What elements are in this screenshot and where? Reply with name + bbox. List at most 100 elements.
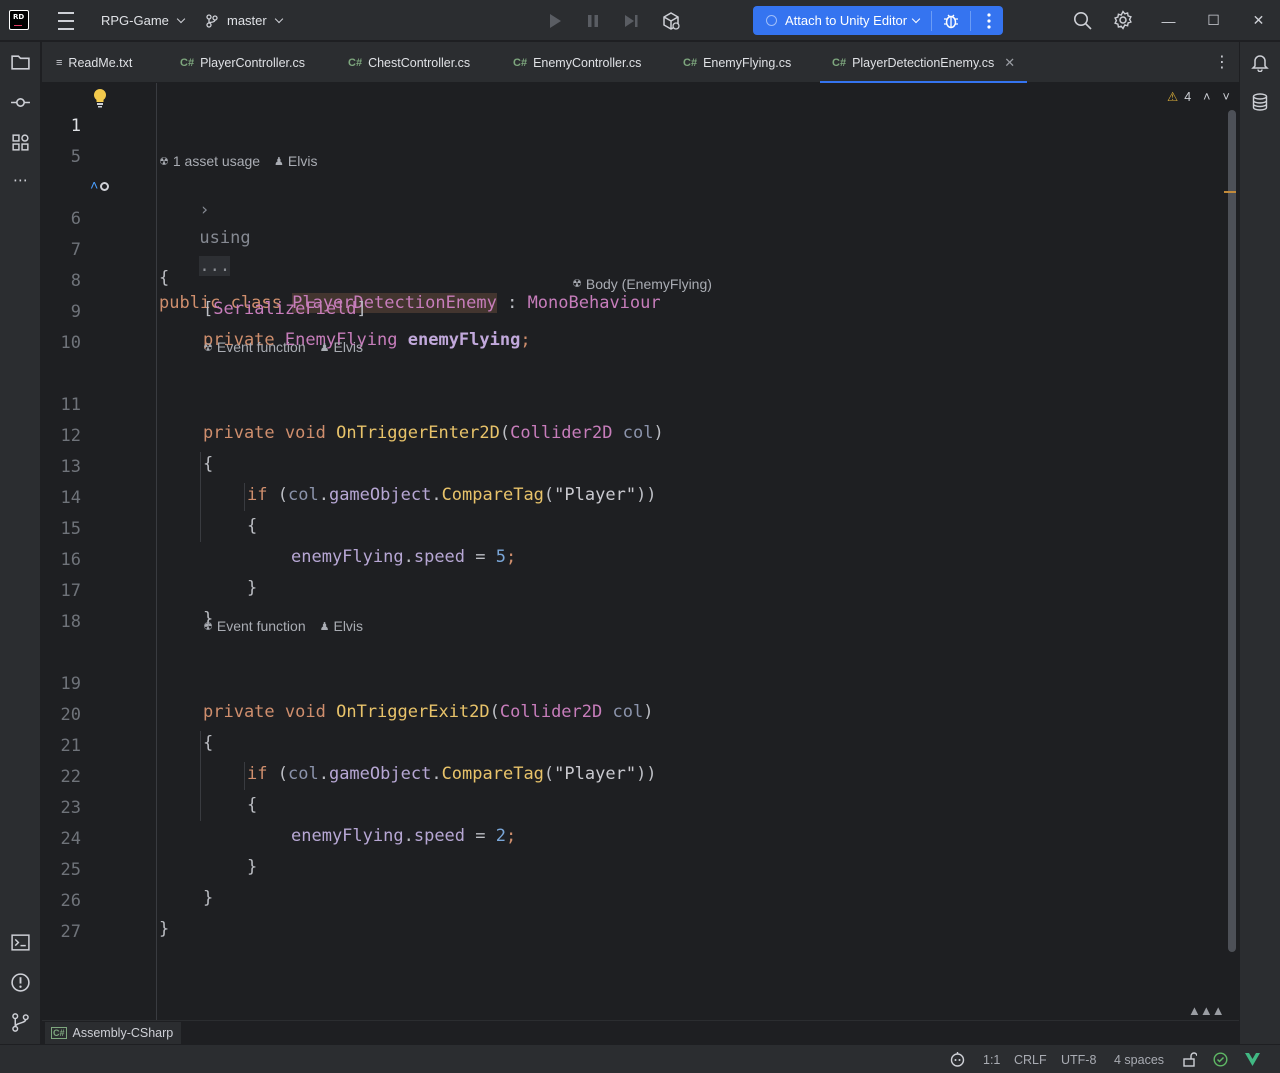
problems-icon[interactable] bbox=[10, 972, 31, 993]
tabs-more-icon[interactable]: ⋮ bbox=[1214, 52, 1230, 72]
code-line: 18 bbox=[42, 580, 1222, 632]
csharp-file-icon: C# bbox=[683, 56, 698, 69]
more-tools-icon[interactable]: ⋯ bbox=[10, 170, 31, 191]
git-icon[interactable] bbox=[10, 1012, 31, 1033]
unity-asset-icon: ☢ bbox=[159, 155, 169, 168]
tab-chest-controller[interactable]: C# ChestController.cs bbox=[348, 42, 470, 83]
chevron-down-icon[interactable]: ˅ bbox=[1222, 90, 1229, 104]
unity-icon[interactable] bbox=[661, 11, 681, 31]
database-icon[interactable] bbox=[1250, 92, 1270, 112]
project-name: RPG-Game bbox=[101, 13, 169, 28]
code-editor[interactable]: ⚠ 4 ˄ ˅ 1 › using ... 5 ☢ 1 asset usage … bbox=[42, 83, 1239, 1020]
author-icon: ♟ bbox=[319, 341, 330, 354]
file-encoding[interactable]: UTF-8 bbox=[1061, 1045, 1096, 1073]
reader-mode-icon[interactable]: ▲▲▲ bbox=[1188, 1003, 1225, 1018]
search-icon[interactable] bbox=[1073, 11, 1092, 30]
title-bar: RD RPG-Game master Attach to Unity Edito… bbox=[0, 0, 1280, 41]
right-tool-strip bbox=[1239, 42, 1280, 1044]
tab-player-controller[interactable]: C# PlayerController.cs bbox=[180, 42, 305, 83]
ai-assistant-icon[interactable] bbox=[949, 1051, 966, 1068]
code-line: 22 { bbox=[42, 735, 1222, 815]
breadcrumb-bar: C# Assembly-CSharp bbox=[42, 1020, 1239, 1044]
notifications-bell-icon[interactable] bbox=[1250, 52, 1270, 72]
code-line: 25 } bbox=[42, 828, 1222, 908]
csharp-file-icon: C# bbox=[348, 56, 363, 69]
close-tab-icon[interactable]: ✕ bbox=[1004, 55, 1015, 71]
tab-label: EnemyFlying.cs bbox=[703, 55, 792, 70]
unity-asset-icon: ☢ bbox=[572, 278, 582, 290]
line-number: 27 bbox=[60, 922, 81, 942]
vue-indicator-icon[interactable] bbox=[1245, 1053, 1260, 1066]
chevron-down-icon bbox=[176, 14, 186, 23]
git-branch-icon bbox=[206, 13, 218, 28]
class-usage-hint[interactable]: ☢ 1 asset usage ♟ Elvis bbox=[159, 151, 317, 171]
code-line: 17 } bbox=[42, 549, 1222, 629]
tab-enemy-controller[interactable]: C# EnemyController.cs bbox=[513, 42, 641, 83]
window-controls: — ☐ ✕ bbox=[1146, 0, 1280, 41]
line-ending[interactable]: CRLF bbox=[1014, 1045, 1047, 1073]
tab-player-detection-enemy[interactable]: C# PlayerDetectionEnemy.cs ✕ bbox=[820, 42, 1028, 83]
unity-debug-icon bbox=[766, 15, 777, 26]
maximize-icon[interactable]: ☐ bbox=[1191, 12, 1236, 29]
unity-event-icon: ☢ bbox=[203, 620, 213, 633]
code-line: 23 enemyFlying.speed = 2; bbox=[42, 766, 1222, 846]
breadcrumb[interactable]: C# Assembly-CSharp bbox=[45, 1022, 182, 1044]
close-window-icon[interactable]: ✕ bbox=[1236, 12, 1280, 29]
event-function-hint[interactable]: ☢ Event function ♟ Elvis bbox=[203, 337, 363, 357]
minimize-icon[interactable]: — bbox=[1146, 13, 1191, 29]
indent-setting[interactable]: 4 spaces bbox=[1114, 1045, 1164, 1073]
warning-marker[interactable] bbox=[1224, 191, 1236, 193]
implements-up-icon[interactable]: ˄ bbox=[90, 172, 98, 200]
terminal-icon[interactable] bbox=[10, 932, 31, 953]
csharp-file-icon: C# bbox=[180, 56, 195, 69]
tab-label: PlayerController.cs bbox=[200, 55, 305, 70]
code-line: 13 if (col.gameObject.CompareTag("Player… bbox=[42, 425, 1222, 505]
code-line: 27 bbox=[42, 890, 1222, 942]
code-line: 20 { bbox=[42, 673, 1222, 753]
csharp-file-icon: C# bbox=[832, 56, 847, 69]
code-line: 16 } bbox=[42, 518, 1222, 598]
tab-label: EnemyController.cs bbox=[533, 55, 642, 70]
attach-unity-button[interactable]: Attach to Unity Editor bbox=[753, 6, 1003, 35]
commit-icon[interactable] bbox=[10, 92, 31, 113]
line-number: 5 bbox=[70, 147, 81, 167]
rider-logo-icon[interactable]: RD bbox=[9, 10, 29, 30]
code-line: 12 { bbox=[42, 394, 1222, 474]
code-line: 1 › using ... bbox=[42, 84, 1222, 276]
project-folder-icon[interactable] bbox=[10, 52, 31, 73]
project-selector[interactable]: RPG-Game bbox=[101, 0, 186, 41]
tab-enemy-flying[interactable]: C# EnemyFlying.cs bbox=[683, 42, 791, 83]
breadcrumb-label: Assembly-CSharp bbox=[72, 1026, 174, 1040]
code-line: 5 bbox=[42, 115, 1222, 167]
main-menu-icon[interactable] bbox=[56, 0, 76, 41]
step-icon[interactable] bbox=[623, 13, 639, 29]
editor-scrollbar[interactable] bbox=[1228, 110, 1236, 952]
code-line: 21 if (col.gameObject.CompareTag("Player… bbox=[42, 704, 1222, 784]
serialized-value-hint[interactable]: ☢ Body (EnemyFlying) bbox=[572, 274, 712, 294]
settings-gear-icon[interactable] bbox=[1113, 10, 1133, 30]
code-line: 26 } bbox=[42, 859, 1222, 939]
unity-event-icon: ☢ bbox=[203, 341, 213, 354]
code-line: 9 private EnemyFlying enemyFlying; ☢ Bod… bbox=[42, 270, 1222, 350]
event-function-hint[interactable]: ☢ Event function ♟ Elvis bbox=[203, 616, 363, 636]
tab-label: PlayerDetectionEnemy.cs bbox=[852, 55, 995, 70]
more-vertical-icon[interactable] bbox=[981, 12, 997, 30]
unity-script-gutter-icon[interactable] bbox=[100, 182, 109, 191]
caret-position[interactable]: 1:1 bbox=[983, 1045, 1000, 1073]
usage-count-label: 1 asset usage bbox=[172, 153, 261, 169]
tab-readme[interactable]: ≡ ReadMe.txt bbox=[56, 42, 132, 83]
line-number: 18 bbox=[60, 612, 81, 632]
pause-icon[interactable] bbox=[585, 13, 601, 29]
lightbulb-icon[interactable] bbox=[91, 88, 109, 108]
code-line: 11 private void OnTriggerEnter2D(Collide… bbox=[42, 363, 1222, 443]
unlocked-icon[interactable] bbox=[1183, 1052, 1197, 1067]
play-icon[interactable] bbox=[547, 13, 563, 29]
check-circle-icon[interactable] bbox=[1213, 1052, 1228, 1067]
branch-selector[interactable]: master bbox=[205, 0, 283, 41]
structure-icon[interactable] bbox=[10, 132, 31, 153]
author-icon: ♟ bbox=[274, 155, 284, 168]
debug-bug-icon[interactable] bbox=[942, 12, 960, 30]
line-number: 10 bbox=[60, 333, 81, 353]
attach-label: Attach to Unity Editor bbox=[785, 13, 908, 28]
run-controls bbox=[547, 0, 681, 41]
